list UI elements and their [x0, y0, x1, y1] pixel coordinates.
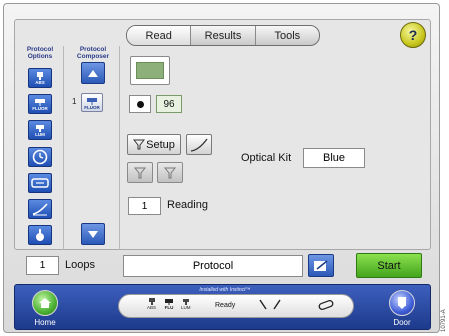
mode-lum-label: LUM — [181, 305, 191, 310]
installed-with-text: Installed with Instinct™ — [199, 287, 251, 293]
plate-format-field[interactable]: 96 — [156, 95, 182, 113]
mode-flu: FLU — [164, 298, 174, 310]
plate-carrier-icon — [318, 300, 334, 310]
door-icon — [398, 297, 406, 309]
setup-label: Setup — [146, 138, 175, 151]
instrument-status-text: Ready — [215, 302, 236, 309]
delay-option-button[interactable] — [28, 147, 52, 167]
shake-option-button[interactable] — [28, 173, 52, 193]
kinetic-option-button[interactable] — [28, 199, 52, 219]
fluorescence-icon — [87, 98, 97, 105]
mode-abs-label: ABS — [147, 305, 157, 310]
absorbance-option-button[interactable]: ABS — [28, 68, 52, 88]
arrow-up-icon — [88, 69, 98, 77]
reading-count-field[interactable]: 1 — [128, 197, 161, 215]
filter-icon — [163, 167, 177, 178]
optical-kit-label: Optical Kit — [241, 152, 292, 164]
luminescence-icon — [36, 124, 44, 132]
edit-protocol-button[interactable] — [308, 254, 334, 277]
luminescence-option-button[interactable]: LUM — [28, 120, 52, 140]
tab-read[interactable]: Read — [127, 26, 192, 45]
color-swatch-button[interactable] — [130, 56, 170, 85]
home-label: Home — [34, 318, 56, 327]
mode-abs: ABS — [147, 298, 156, 310]
luminescence-icon — [182, 299, 189, 305]
arrow-down-icon — [88, 230, 98, 238]
question-icon: ? — [408, 27, 418, 43]
tab-results[interactable]: Results — [191, 26, 256, 45]
home-button[interactable] — [32, 290, 58, 316]
fluorescence-icon — [35, 98, 45, 106]
mode-flu-label: FLU — [164, 305, 174, 310]
tab-tools[interactable]: Tools — [256, 26, 319, 45]
protocol-options-title: Protocol Options — [26, 46, 54, 60]
edit-icon — [314, 259, 328, 271]
help-button[interactable]: ? — [400, 22, 426, 48]
filter-icon — [133, 167, 147, 178]
injector-arms-icon — [259, 299, 281, 310]
clock-icon — [32, 149, 48, 165]
reading-label: Reading — [167, 199, 208, 211]
filter-right-button[interactable] — [157, 162, 183, 183]
kinetic-icon — [32, 203, 48, 216]
fluorescence-icon — [165, 299, 173, 305]
main-tabs: Read Results Tools — [126, 25, 320, 46]
setup-button[interactable]: Setup — [127, 134, 181, 155]
shake-icon — [31, 178, 49, 188]
curve-button[interactable] — [186, 134, 212, 155]
fluorescence-label: FLUOR — [32, 105, 48, 111]
protocol-name-field[interactable]: Protocol — [123, 255, 303, 277]
composer-item-fluor[interactable]: FLUOR — [81, 93, 103, 112]
loops-field[interactable]: 1 — [26, 256, 59, 275]
loops-label: Loops — [65, 259, 95, 271]
composer-scroll-down-button[interactable] — [81, 223, 105, 245]
composer-scroll-up-button[interactable] — [81, 62, 105, 84]
funnel-icon — [133, 139, 146, 150]
figure-code: 10791-A — [441, 309, 447, 332]
protocol-composer-title: Protocol Composer — [76, 46, 110, 60]
door-button[interactable] — [389, 290, 415, 316]
fluorescence-option-button[interactable]: FLUOR — [28, 94, 52, 114]
filter-left-button[interactable] — [127, 162, 153, 183]
absorbance-icon — [37, 71, 43, 80]
absorbance-icon — [148, 298, 155, 305]
injector-option-button[interactable] — [28, 225, 52, 245]
absorbance-label: ABS — [35, 79, 45, 85]
dot-icon — [136, 100, 144, 108]
injector-icon — [36, 229, 44, 241]
well-selection-button[interactable] — [129, 95, 151, 113]
optical-kit-field[interactable]: Blue — [303, 148, 365, 168]
composer-item-label: FLUOR — [84, 105, 100, 110]
home-icon — [39, 298, 51, 308]
curve-icon — [190, 138, 208, 152]
start-button[interactable]: Start — [356, 253, 422, 278]
color-swatch — [136, 62, 164, 79]
mode-lum: LUM — [181, 298, 191, 310]
composer-item-number: 1 — [72, 97, 77, 106]
door-label: Door — [393, 318, 411, 327]
luminescence-label: LUM — [35, 131, 45, 137]
